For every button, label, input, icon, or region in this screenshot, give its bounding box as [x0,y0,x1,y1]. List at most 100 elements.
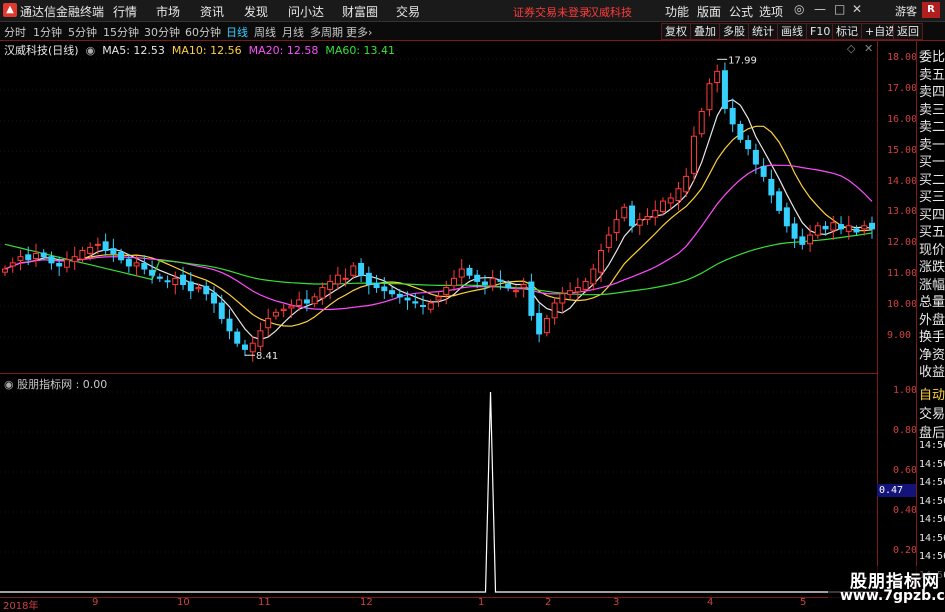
indicator-y-tick-label: 0.80 [893,425,918,436]
candle-body [412,301,419,304]
trade-time: 14:56 [919,477,945,488]
quote-label: 换手 [919,330,945,345]
y-tick-label: 12.00 [887,237,918,249]
candle-body [249,342,256,353]
maximize-icon[interactable]: □ [834,2,845,16]
btn-biaoji[interactable]: 标记 [832,23,862,40]
period-multi[interactable]: 多周期 [310,24,343,40]
indicator-y-tick-label: 0.20 [893,545,918,556]
candle-body [636,219,643,226]
minimize-icon[interactable]: — [814,2,826,16]
btn-diejia[interactable]: 叠加 [690,23,720,40]
quote-label: 委比 [919,50,945,65]
btn-tongji[interactable]: 统计 [748,23,778,40]
period-monthly[interactable]: 月线 [282,24,304,40]
indicator-toggle-icon[interactable]: ◉ [4,378,17,391]
menu-zixun[interactable]: 资讯 [200,3,224,20]
candle-body [783,207,790,227]
candle-body [420,304,427,307]
menu-banmian[interactable]: 版面 [697,3,721,20]
period-more[interactable]: 更多› [346,24,372,40]
quote-label: 买三 [919,190,945,205]
candle-body [40,252,47,258]
candle-body [56,262,63,267]
period-5min[interactable]: 5分钟 [68,24,97,40]
quote-label: 买五 [919,225,945,240]
candle-body [598,250,605,273]
period-weekly[interactable]: 周线 [254,24,276,40]
candle-body [141,262,148,270]
y-axis-separator [877,41,878,597]
candle-body [156,276,163,279]
login-status[interactable]: 证券交易未登录 [513,4,590,20]
skin-icon[interactable]: ◎ [794,2,804,16]
btn-huaxian[interactable]: 画线 [777,23,807,40]
candle-body [489,277,496,287]
trade-time: 14:56 [919,495,945,507]
kline-chart[interactable]: 17.99 8.41 [0,41,877,597]
r-badge[interactable]: R [922,2,940,18]
annotations: 17.99 8.41 [244,55,757,362]
guest-label[interactable]: 游客 [895,3,917,19]
menu-gongneng[interactable]: 功能 [665,3,689,20]
candle-body [543,317,550,334]
candle-body [234,331,241,344]
candle-body [334,274,341,285]
x-tick-label: 9 [92,597,99,608]
watermark-url: www.7gpzb.com [840,588,945,604]
candle-body [265,317,272,329]
period-30min[interactable]: 30分钟 [144,24,180,40]
menu-jiaoyi[interactable]: 交易 [396,3,420,20]
menu-shichang[interactable]: 市场 [156,3,180,20]
candle-body [350,265,357,276]
btn-f10[interactable]: F10 [806,23,835,40]
btn-back[interactable]: 返回 [893,23,923,40]
period-daily[interactable]: 日线 [226,24,248,40]
period-60min[interactable]: 60分钟 [185,24,221,40]
btn-fuquan[interactable]: 复权 [661,23,691,40]
candle-body [721,70,728,109]
y-tick-label: 17.00 [887,82,918,94]
y-tick-label: 9.00 [887,330,912,341]
candle-body [102,241,109,252]
close-icon[interactable]: ✕ [852,2,862,16]
candle-body [605,234,612,248]
pane-divider[interactable] [0,373,877,374]
candle-body [373,282,380,289]
menu-xuanxiang[interactable]: 选项 [759,3,783,20]
candle-body [838,224,845,230]
quote-label: 净资 [919,347,945,363]
candle-body [381,286,388,292]
candle-body [110,248,117,255]
candle-body [118,251,125,261]
candle-body [218,302,225,319]
candle-body [814,225,821,236]
period-1min[interactable]: 1分钟 [33,24,62,40]
btn-duogu[interactable]: 多股 [719,23,749,40]
menu-wenxiaoda[interactable]: 问小达 [288,3,324,20]
candle-body [830,222,837,231]
candle-body [172,277,179,285]
candle-body [358,262,365,276]
menu-faxian[interactable]: 发现 [244,3,268,20]
candle-body [845,225,852,232]
candle-body [745,140,752,150]
candle-body [87,246,94,255]
candle-body [644,216,651,221]
candle-body [9,262,16,267]
period-fenshi[interactable]: 分时 [4,24,26,40]
quote-label: 卖二 [919,120,945,135]
candle-body [497,279,504,282]
candle-body [241,344,248,350]
candle-body [404,297,411,301]
menu-caifuquan[interactable]: 财富圈 [342,3,378,20]
candle-body [125,258,132,267]
menu-gongshi[interactable]: 公式 [729,3,753,20]
period-15min[interactable]: 15分钟 [103,24,139,40]
quote-label: 卖三 [919,102,945,118]
menu-hangqing[interactable]: 行情 [113,3,137,20]
candle-body [574,287,581,293]
period-more-label: 更多 [346,26,368,39]
app-title: 通达信金融终端 [20,5,105,19]
quote-label: 涨幅 [919,277,945,293]
